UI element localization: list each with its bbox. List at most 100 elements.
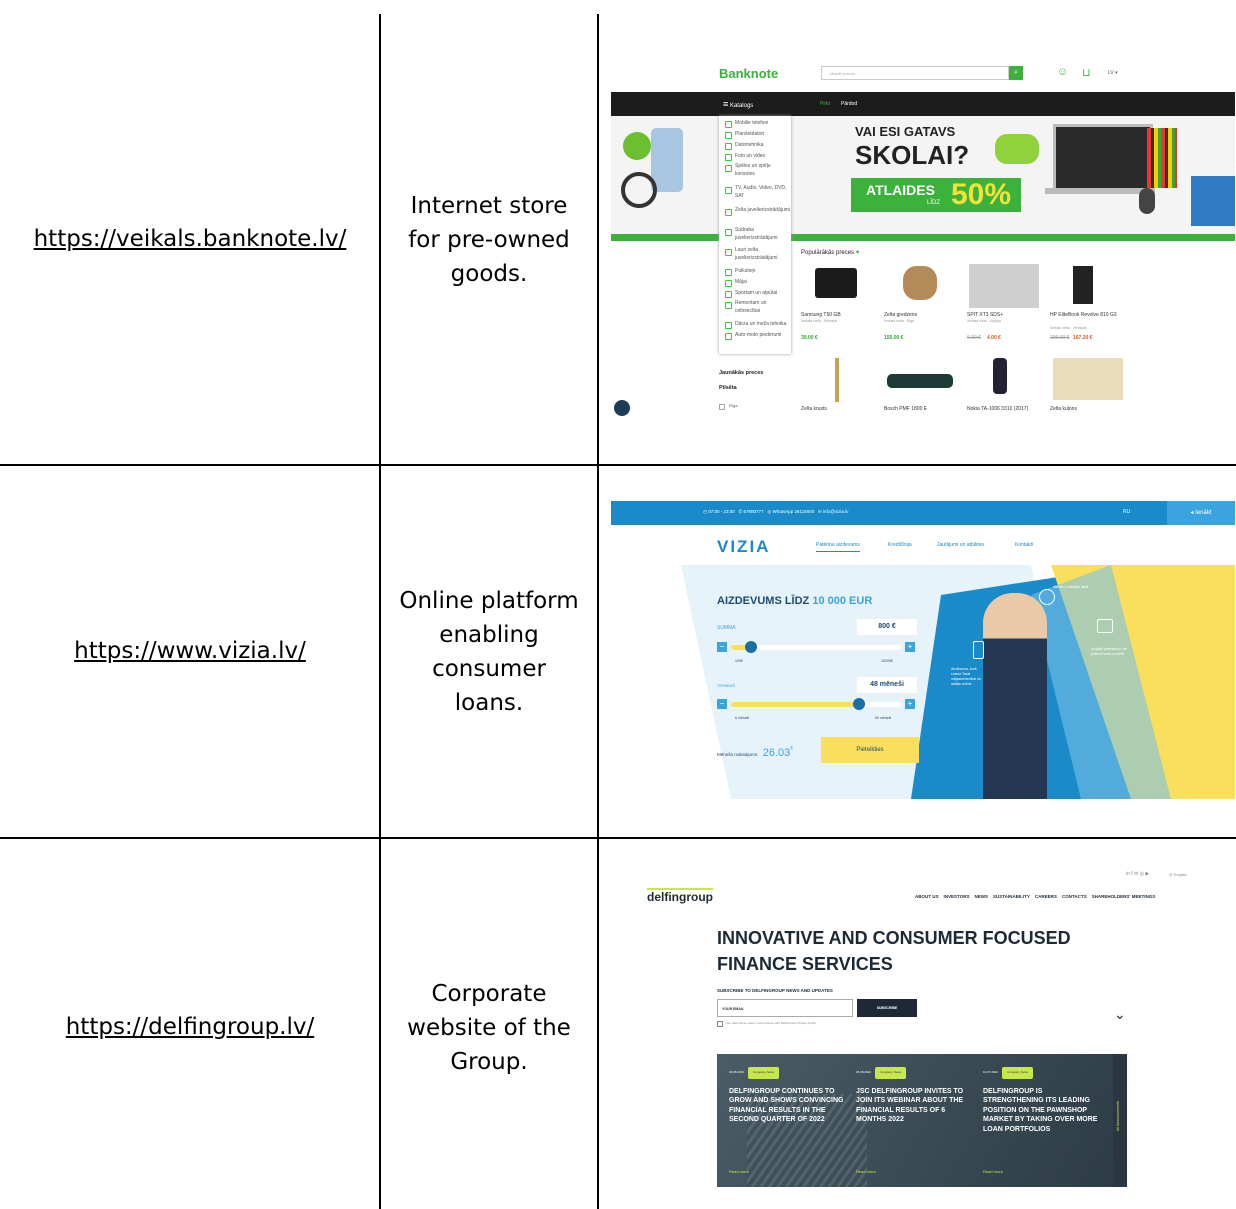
term-plus-button[interactable]: + bbox=[905, 699, 915, 709]
category-item[interactable]: TV, Audio, Video, DVD, SAT bbox=[719, 184, 791, 206]
nav-item[interactable]: CAREERS bbox=[1035, 894, 1057, 899]
feature-text: Aizdevums, kurš sniedz Tavai mājsaimniec… bbox=[951, 667, 981, 686]
vizia-link[interactable]: https://www.vizia.lv/ bbox=[74, 638, 306, 664]
nav-item[interactable]: CONTACTS bbox=[1062, 894, 1087, 899]
category-item[interactable]: Lauri zelta juvelierizstrādājumi bbox=[719, 246, 791, 266]
email-text[interactable]: info@vizia.lv bbox=[823, 509, 848, 514]
product-image[interactable] bbox=[1053, 358, 1123, 400]
scroll-down-icon[interactable]: ⌄ bbox=[1114, 1006, 1126, 1023]
vizia-screenshot: ◷ 07:00 - 23:00 ✆ 67600777 ◎ WhatsApp 26… bbox=[611, 501, 1235, 799]
consent-checkbox[interactable] bbox=[717, 1021, 723, 1027]
product-image[interactable] bbox=[815, 268, 857, 298]
category-item[interactable]: Pulksteņi bbox=[719, 266, 791, 277]
nav-item[interactable]: INVESTORS bbox=[944, 894, 970, 899]
product-image[interactable] bbox=[903, 266, 937, 300]
accessibility-icon[interactable] bbox=[614, 400, 630, 416]
news-item[interactable]: 26.08.2022 Company News JSC DELFINGROUP I… bbox=[856, 1067, 972, 1125]
product-image[interactable] bbox=[835, 358, 839, 402]
language-select[interactable]: LV ▾ bbox=[1108, 70, 1118, 76]
nav-item[interactable]: Jautājumi un atbildes bbox=[937, 542, 984, 548]
category-item[interactable]: Sudraba juvelierizstrādājumi bbox=[719, 226, 791, 246]
product-name[interactable]: Nokia TA-1006 3310 (2017) bbox=[967, 406, 1028, 412]
delfingroup-link[interactable]: https://delfingroup.lv/ bbox=[66, 1014, 315, 1040]
nav-item[interactable]: NEWS bbox=[974, 894, 988, 899]
email-input[interactable]: YOUR EMAIL bbox=[717, 999, 853, 1017]
whatsapp-text[interactable]: WhatsApp 26115000 bbox=[773, 509, 815, 514]
term-minus-button[interactable]: − bbox=[717, 699, 727, 709]
category-item[interactable]: Foto un video bbox=[719, 151, 791, 162]
product-image[interactable] bbox=[993, 358, 1007, 394]
product-price: 167.20 € bbox=[1073, 335, 1093, 341]
sum-slider-handle[interactable] bbox=[745, 641, 757, 653]
login-button[interactable]: ◂ Ienākt bbox=[1167, 501, 1235, 525]
vizia-logo[interactable]: VIZIA bbox=[717, 537, 770, 557]
social-icons[interactable]: in f ✉ ◎ ▶ bbox=[1126, 871, 1149, 877]
nav-item[interactable]: Kontakti bbox=[1015, 542, 1033, 548]
delfingroup-logo[interactable]: delfingroup bbox=[647, 888, 713, 904]
category-item[interactable]: Remontam un celtniecībai bbox=[719, 299, 791, 319]
language-select[interactable]: ◎ English bbox=[1169, 872, 1187, 877]
login-icon: ◂ bbox=[1190, 510, 1194, 516]
nav-item[interactable]: SHAREHOLDERS' MEETINGS bbox=[1092, 894, 1156, 899]
category-item[interactable]: Mobilie telefoni bbox=[719, 118, 791, 129]
term-max: 60 mēneši bbox=[875, 716, 892, 720]
nav-sell[interactable]: Pārdod bbox=[841, 101, 857, 107]
product-name[interactable]: SPIT XT3 SDS+ bbox=[967, 312, 1003, 318]
nav-item-active[interactable]: Patēriņa aizdevums bbox=[816, 542, 860, 552]
category-item[interactable]: Spēles un spēļu konsoles bbox=[719, 162, 791, 184]
read-more-link[interactable]: Read more bbox=[856, 1169, 876, 1174]
nav-buy[interactable]: Pirkt bbox=[820, 101, 830, 107]
nav-item[interactable]: Kredītlīnija bbox=[888, 542, 912, 548]
language-switch[interactable]: RU bbox=[1123, 509, 1130, 515]
nav-item[interactable]: SUSTAINABILITY bbox=[993, 894, 1030, 899]
product-image[interactable] bbox=[887, 374, 953, 388]
nav-item[interactable]: ABOUT US bbox=[915, 894, 939, 899]
news-item[interactable]: 10.07.2022 Company News DELFINGROUP IS ST… bbox=[983, 1067, 1099, 1134]
banknote-link[interactable]: https://veikals.banknote.lv/ bbox=[34, 226, 347, 252]
sum-min: 100€ bbox=[735, 659, 743, 663]
news-date: 26.08.2022 bbox=[856, 1070, 872, 1074]
category-item[interactable]: Planšetdatori bbox=[719, 129, 791, 140]
catalog-menu-button[interactable]: ≡ Katalogs bbox=[723, 99, 753, 109]
category-item[interactable]: Datortehnika bbox=[719, 140, 791, 151]
read-more-link[interactable]: Read more bbox=[983, 1169, 1003, 1174]
subscribe-button[interactable]: SUBSCRIBE bbox=[857, 999, 917, 1017]
product-name[interactable]: Zelta kulons bbox=[1050, 406, 1077, 412]
product-name[interactable]: Zelta gredzens bbox=[884, 312, 917, 318]
hamburger-icon: ≡ bbox=[723, 99, 729, 109]
product-name[interactable]: Samsung T50 GB bbox=[801, 312, 841, 318]
category-item[interactable]: Dārza un meža tehnika bbox=[719, 319, 791, 330]
term-slider-handle[interactable] bbox=[853, 698, 865, 710]
category-item[interactable]: Auto-moto piederumi bbox=[719, 330, 791, 341]
apply-button[interactable]: Pieteikties bbox=[821, 737, 919, 763]
category-item[interactable]: Zelta juvelierizstrādājumi bbox=[719, 206, 791, 226]
all-announcements-label[interactable]: All Announcements bbox=[1116, 1071, 1120, 1161]
product-name[interactable]: HP EliteBook Revolve 810 G3 bbox=[1050, 312, 1122, 318]
phone-text[interactable]: 67600777 bbox=[744, 509, 764, 514]
category-item[interactable]: Sportam un atpūtai bbox=[719, 288, 791, 299]
city-checkbox[interactable] bbox=[719, 404, 725, 410]
term-value-box[interactable]: 48 mēneši bbox=[857, 677, 917, 693]
read-more-link[interactable]: Read more bbox=[729, 1169, 749, 1174]
user-icon[interactable]: ☺ bbox=[1057, 66, 1068, 78]
search-button[interactable]: ⌕ bbox=[1009, 66, 1023, 80]
hero-banner[interactable]: VAI ESI GATAVS SKOLAI? ATLAIDES LĪDZ 50% bbox=[611, 116, 1235, 241]
description-line: Internet store bbox=[410, 193, 568, 219]
product-image[interactable] bbox=[1073, 266, 1093, 304]
product-name[interactable]: Zelta krusts bbox=[801, 406, 827, 412]
product-name[interactable]: Bosch PMF 1800 E bbox=[884, 406, 927, 412]
search-input[interactable]: Meklēt preces bbox=[821, 66, 1009, 80]
delfingroup-screenshot: in f ✉ ◎ ▶ ◎ English delfingroup ABOUT U… bbox=[611, 862, 1235, 1190]
news-date: 30.08.2022 bbox=[729, 1070, 745, 1074]
pencils-image bbox=[1147, 128, 1177, 188]
product-image[interactable] bbox=[969, 264, 1039, 308]
sum-minus-button[interactable]: − bbox=[717, 642, 727, 652]
description-line: loans. bbox=[454, 690, 524, 716]
sum-plus-button[interactable]: + bbox=[905, 642, 915, 652]
cart-icon[interactable]: ⊔ bbox=[1082, 66, 1091, 79]
description-line: website of the bbox=[407, 1015, 571, 1041]
category-item[interactable]: Mājai bbox=[719, 277, 791, 288]
sum-value-box[interactable]: 800 € bbox=[857, 619, 917, 635]
news-item[interactable]: 30.08.2022 Company News DELFINGROUP CONTI… bbox=[729, 1067, 845, 1125]
product-old-price: 209.00 € bbox=[1050, 335, 1070, 341]
